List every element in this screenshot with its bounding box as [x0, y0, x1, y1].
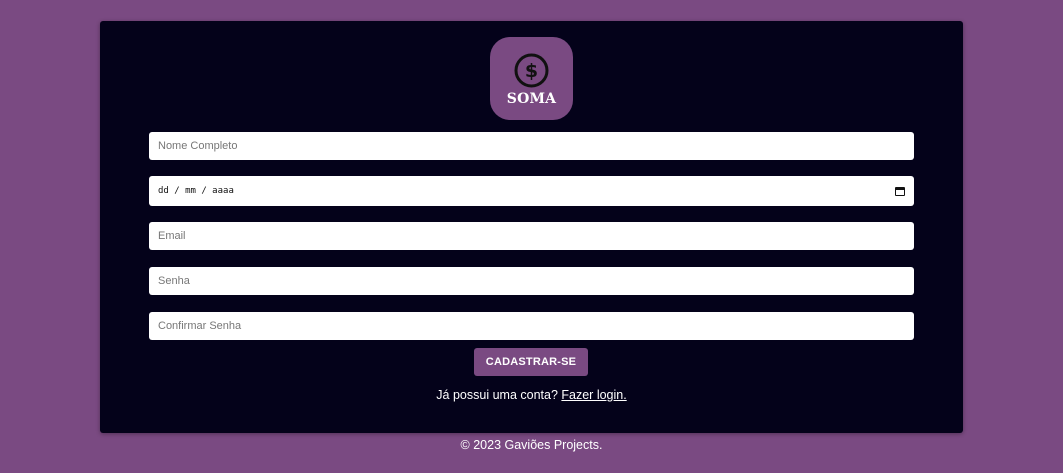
birth-date-input[interactable]: dd / mm / aaaa — [149, 176, 914, 206]
login-prompt-text: Já possui uma conta? — [436, 388, 558, 402]
footer-copyright: © 2023 Gaviões Projects. — [460, 438, 603, 452]
dollar-coin-icon: $ — [514, 53, 549, 88]
svg-text:$: $ — [525, 60, 538, 82]
signup-card: $ SOMA dd / mm / aaaa CADASTRAR-SE Já po… — [100, 21, 963, 433]
full-name-input[interactable] — [149, 132, 914, 160]
password-input[interactable] — [149, 267, 914, 295]
brand-name: SOMA — [506, 91, 557, 107]
email-input[interactable] — [149, 222, 914, 250]
calendar-icon[interactable] — [895, 186, 905, 196]
soma-logo: $ SOMA — [490, 37, 573, 120]
login-link[interactable]: Fazer login. — [561, 388, 626, 402]
register-button[interactable]: CADASTRAR-SE — [474, 348, 588, 376]
date-placeholder: dd / mm / aaaa — [158, 186, 234, 196]
login-prompt: Já possui uma conta? Fazer login. — [100, 388, 963, 402]
confirm-password-input[interactable] — [149, 312, 914, 340]
